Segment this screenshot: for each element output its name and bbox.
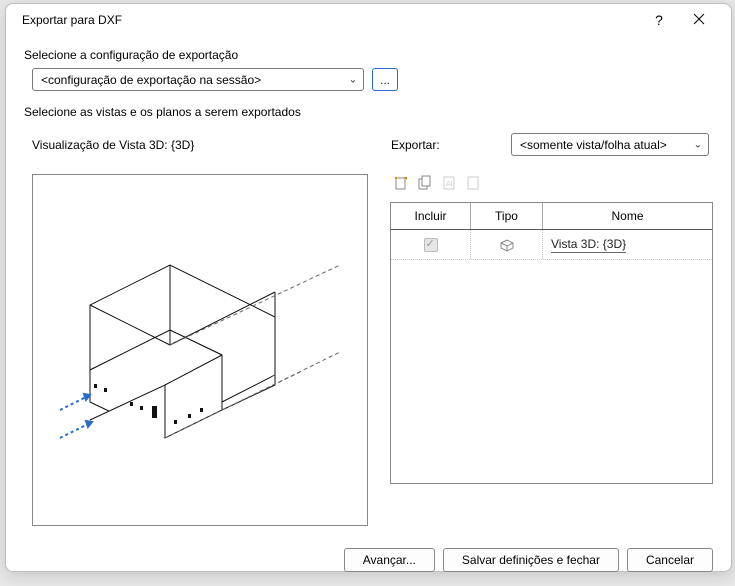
save-definitions-button[interactable]: Salvar definições e fechar	[443, 548, 619, 572]
export-select[interactable]: <somente vista/folha atual> ⌄	[511, 133, 709, 156]
view3d-type-icon	[498, 237, 516, 253]
dialog-body: Selecione a configuração de exportação <…	[6, 34, 731, 538]
include-checkbox[interactable]	[424, 238, 438, 252]
preview-export-row: Visualização de Vista 3D: {3D} Exportar:…	[24, 133, 713, 156]
dialog-title: Exportar para DXF	[22, 13, 639, 27]
model-preview-icon	[40, 210, 360, 490]
copy-sheet-icon[interactable]	[416, 174, 434, 192]
content-row: AI Incluir Tipo Nome	[24, 174, 713, 526]
config-row: <configuração de exportação na sessão> ⌄…	[24, 68, 713, 91]
th-type[interactable]: Tipo	[471, 203, 543, 229]
export-label: Exportar:	[391, 138, 451, 152]
chevron-down-icon: ⌄	[349, 74, 357, 85]
views-table: Incluir Tipo Nome	[390, 202, 713, 484]
config-browse-button[interactable]: ...	[372, 68, 398, 91]
cell-type	[471, 230, 543, 259]
views-label: Selecione as vistas e os planos a serem …	[24, 105, 713, 119]
th-include[interactable]: Incluir	[391, 203, 471, 229]
close-button[interactable]	[679, 12, 719, 28]
table-toolbar: AI	[390, 174, 713, 192]
preview-title: Visualização de Vista 3D: {3D}	[24, 138, 194, 152]
right-column: AI Incluir Tipo Nome	[390, 174, 713, 526]
export-select-value: <somente vista/folha atual>	[520, 138, 667, 152]
preview-pane	[32, 174, 368, 526]
close-icon	[693, 13, 705, 25]
cell-name[interactable]: Vista 3D: {3D}	[543, 230, 712, 259]
blank-sheet-icon[interactable]	[464, 174, 482, 192]
titlebar: Exportar para DXF ?	[6, 4, 731, 34]
dots-label: ...	[380, 73, 390, 87]
th-name[interactable]: Nome	[543, 203, 712, 229]
dialog-footer: Avançar... Salvar definições e fechar Ca…	[6, 538, 731, 586]
table-row[interactable]: Vista 3D: {3D}	[391, 230, 712, 260]
row-name: Vista 3D: {3D}	[551, 237, 626, 253]
next-button[interactable]: Avançar...	[344, 548, 435, 572]
new-sheet-icon[interactable]	[392, 174, 410, 192]
config-select-value: <configuração de exportação na sessão>	[41, 73, 261, 87]
export-dxf-dialog: Exportar para DXF ? Selecione a configur…	[5, 3, 732, 572]
chevron-down-icon: ⌄	[694, 139, 702, 150]
config-select[interactable]: <configuração de exportação na sessão> ⌄	[32, 68, 364, 91]
help-button[interactable]: ?	[639, 12, 679, 28]
table-header: Incluir Tipo Nome	[391, 203, 712, 230]
text-sheet-icon[interactable]: AI	[440, 174, 458, 192]
cancel-button[interactable]: Cancelar	[627, 548, 713, 572]
cell-include[interactable]	[391, 230, 471, 259]
svg-text:AI: AI	[446, 181, 453, 188]
config-label: Selecione a configuração de exportação	[24, 48, 713, 62]
